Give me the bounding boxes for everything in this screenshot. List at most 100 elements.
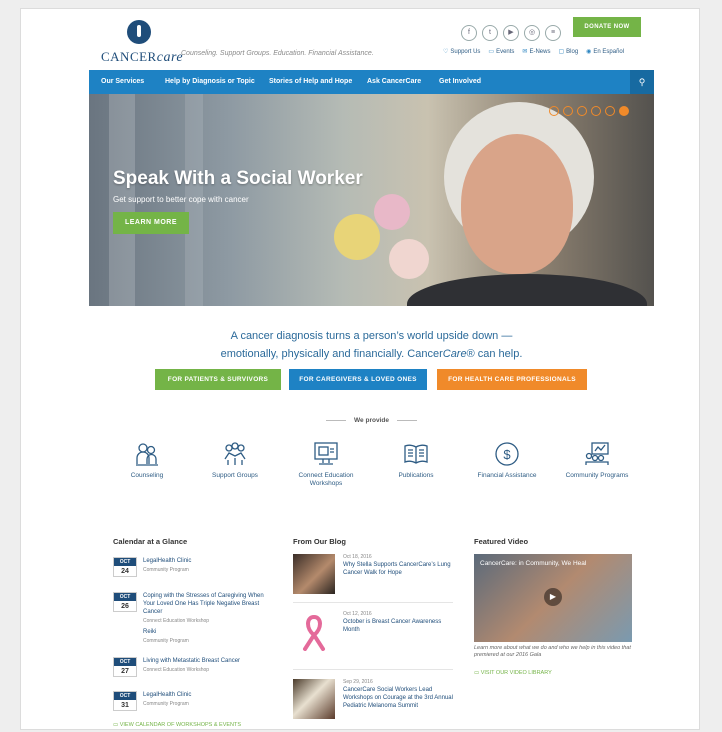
blog-title: Why Stella Supports CancerCare’s Lung Ca… [343,562,451,576]
workshops-icon [314,442,338,465]
slider-dot[interactable] [577,106,587,116]
hero-subtitle: Get support to better cope with cancer [113,195,249,204]
service-publications[interactable]: Publications [376,441,456,480]
patients-survivors-button[interactable]: FOR PATIENTS & SURVIVORS [155,369,281,390]
featured-video-player[interactable]: CancerCare: in Community, We Heal ▶ [474,554,632,642]
learn-more-button[interactable]: LEARN MORE [113,212,189,234]
facebook-icon[interactable]: f [461,25,477,41]
svg-text:$: $ [503,447,511,462]
blog-date: Sep 29, 2016 [343,679,373,685]
event-type: Community Program [143,567,189,573]
hero-banner: Speak With a Social Worker Get support t… [89,94,654,306]
event-type: Connect Education Workshop [143,667,210,673]
service-community-programs[interactable]: Community Programs [557,441,637,480]
event-date: OCT 26 [113,592,137,612]
service-support-groups[interactable]: Support Groups [195,441,275,480]
financial-icon: $ [495,442,519,466]
hero-person-face [461,134,573,274]
search-icon[interactable]: ⚲ [630,70,654,94]
caregivers-button[interactable]: FOR CAREGIVERS & LOVED ONES [289,369,427,390]
counseling-icon [136,443,158,466]
nav-help-by-diagnosis[interactable]: Help by Diagnosis or Topic [165,70,255,94]
view-calendar-link[interactable]: ▭ VIEW CALENDAR OF WORKSHOPS & EVENTS [113,722,241,728]
service-counseling[interactable]: Counseling [107,441,187,480]
blog-title: CancerCare Social Workers Lead Workshops… [343,687,453,709]
intro-text: A cancer diagnosis turns a person’s worl… [89,327,654,363]
chat-icon: ▢ [558,49,565,55]
event-title: LegalHealth Clinic [143,558,192,564]
email-icon[interactable]: ≡ [545,25,561,41]
intro-line-1: A cancer diagnosis turns a person’s worl… [230,330,513,342]
utility-links: ♡ Support Us ▭ Events ✉ E-News ▢ Blog ◉ En Es… [443,48,624,55]
nav-ask-cancercare[interactable]: Ask CancerCare [367,70,421,94]
blog-date: Oct 12, 2016 [343,611,372,617]
nav-get-involved[interactable]: Get Involved [439,70,481,94]
blog-thumbnail [293,554,335,594]
publications-icon [404,444,428,464]
logo-text: CANCERcare [101,49,184,65]
event-title: Reiki [143,629,157,635]
blog-title: October is Breast Cancer Awareness Month [343,619,442,633]
we-provide-heading: We provide [89,417,654,424]
video-title: CancerCare: in Community, We Heal [480,560,587,567]
twitter-icon[interactable]: t [482,25,498,41]
event-type: Community Program [143,701,189,707]
utility-enews[interactable]: ✉ E-News [522,48,550,55]
calendar-heading: Calendar at a Glance [113,537,188,546]
nav-stories[interactable]: Stories of Help and Hope [269,70,352,94]
envelope-icon: ✉ [522,49,528,55]
blog-thumbnail [293,679,335,719]
donate-button[interactable]: DONATE NOW [573,17,641,37]
divider [293,602,453,603]
instagram-icon[interactable]: ◎ [524,25,540,41]
utility-events[interactable]: ▭ Events [488,48,514,55]
event-title: Coping with the Stresses of Caregiving W… [143,593,264,615]
professionals-button[interactable]: FOR HEALTH CARE PROFESSIONALS [437,369,587,390]
pink-ribbon-icon [293,611,335,651]
hero-flower [374,194,410,230]
hero-flower [334,214,380,260]
slider-dot[interactable] [591,106,601,116]
service-workshops[interactable]: Connect Education Workshops [286,441,366,488]
play-icon[interactable]: ▶ [544,588,562,606]
video-library-link[interactable]: ▭ VISIT OUR VIDEO LIBRARY [474,670,552,676]
main-nav: Our Services Help by Diagnosis or Topic … [89,70,654,94]
blog-date: Oct 18, 2016 [343,554,372,560]
event-date: OCT 27 [113,657,137,677]
hero-title: Speak With a Social Worker [113,168,363,189]
community-icon [585,442,609,465]
utility-blog[interactable]: ▢ Blog [558,48,578,55]
slider-dots [549,106,629,116]
browser-frame: CANCERcare Counseling. Support Groups. E… [20,8,700,730]
divider [293,669,453,670]
service-financial-assistance[interactable]: $ Financial Assistance [467,441,547,480]
event-date: OCT 24 [113,557,137,577]
utility-espanol[interactable]: ◉ En Español [586,48,624,55]
support-groups-icon [224,442,246,465]
logo-drop-icon [127,20,151,44]
youtube-icon[interactable]: ▶ [503,25,519,41]
utility-support-us[interactable]: ♡ Support Us [443,48,480,55]
heart-icon: ♡ [443,49,449,55]
nav-our-services[interactable]: Our Services [101,70,144,94]
featured-video-heading: Featured Video [474,537,529,546]
video-caption: Learn more about what we do and who we h… [474,645,631,658]
slider-dot[interactable] [605,106,615,116]
event-title: Living with Metastatic Breast Cancer [143,658,241,664]
event-title: LegalHealth Clinic [143,692,192,698]
page: CANCERcare Counseling. Support Groups. E… [89,9,654,729]
slider-dot[interactable] [563,106,573,116]
globe-icon: ◉ [586,49,592,55]
event-type: Community Program [143,638,189,644]
event-type: Connect Education Workshop [143,618,210,624]
hero-person-body [407,274,647,306]
tagline: Counseling. Support Groups. Education. F… [181,50,374,57]
slider-dot[interactable] [549,106,559,116]
blog-heading: From Our Blog [293,537,346,546]
calendar-icon: ▭ [488,49,495,55]
hero-flower [389,239,429,279]
slider-dot-active[interactable] [619,106,629,116]
social-links: f t ▶ ◎ ≡ [461,25,561,41]
intro-line-2: emotionally, physically and financially.… [220,348,523,360]
event-date: OCT 31 [113,691,137,711]
